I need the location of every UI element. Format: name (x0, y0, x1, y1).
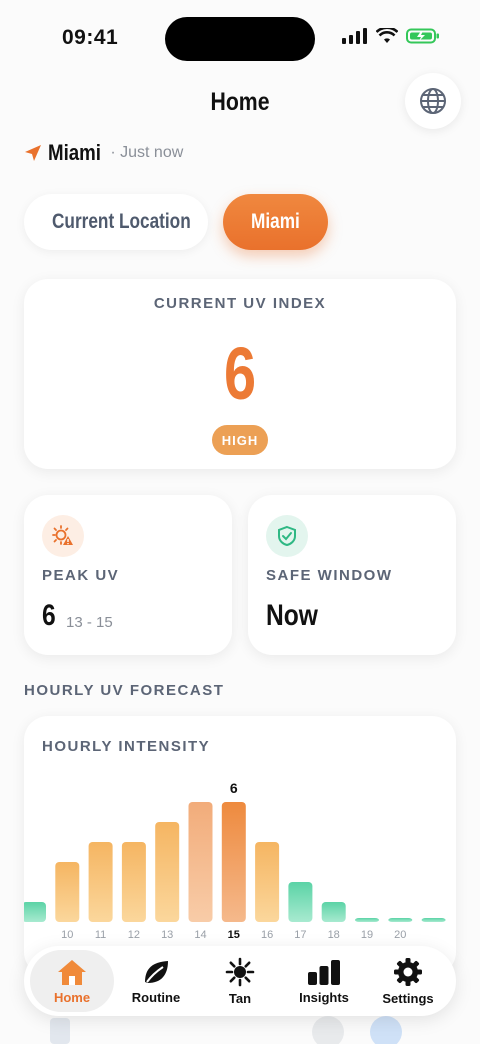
tab-label: Tan (228, 990, 252, 1006)
tick-label: 14 (194, 929, 206, 941)
location-arrow-icon (25, 145, 41, 161)
tab-insights[interactable]: Insights (282, 950, 366, 1012)
sun-icon (225, 957, 255, 986)
peak-uv-label: PEAK UV (42, 567, 120, 584)
uv-level-badge: HIGH (212, 425, 268, 455)
section-title: HOURLY UV FORECAST (24, 682, 225, 699)
peak-bar-label: 6 (230, 780, 238, 796)
tick-label: 19 (361, 929, 373, 941)
tick-label: 10 (61, 929, 73, 941)
tick-label: 12 (128, 929, 140, 941)
language-button[interactable] (405, 73, 461, 129)
tick-label: 11 (95, 929, 106, 941)
status-icons (342, 28, 440, 44)
bar-13 (155, 822, 180, 922)
tab-label: Routine (131, 989, 181, 1005)
tab-label: Insights (299, 989, 349, 1005)
current-location-chip[interactable]: Current Location (24, 194, 208, 250)
safe-window-label: SAFE WINDOW (266, 567, 393, 584)
miami-chip[interactable]: Miami (223, 194, 328, 250)
safe-window-value: Now (266, 599, 318, 632)
gear-icon (394, 957, 422, 986)
tab-tan[interactable]: Tan (198, 950, 282, 1012)
sun-warning-icon (52, 525, 73, 545)
tab-bar: Home Routine Tan Insights Settings (24, 946, 456, 1016)
tick-label: 13 (161, 929, 173, 941)
globe-icon (420, 88, 446, 114)
shield-check-icon (278, 525, 296, 547)
bar-14 (188, 802, 213, 922)
location-city: Miami (48, 140, 102, 165)
bar-19 (355, 918, 379, 922)
tab-routine[interactable]: Routine (114, 950, 198, 1012)
bar-20 (388, 918, 413, 922)
battery-icon (406, 28, 439, 44)
location-updated: · Just now (110, 144, 184, 161)
home-icon (58, 959, 86, 985)
signal-icon (342, 28, 367, 44)
safe-window-card: SAFE WINDOW Now (248, 495, 456, 655)
bar-10 (55, 862, 80, 922)
tick-label: 17 (294, 929, 306, 941)
peak-icon-wrap (42, 515, 84, 557)
bar-12 (121, 842, 146, 922)
hourly-uv-chart: 10 11 12 13 14 15 6 16 17 18 19 20 (24, 780, 446, 941)
status-bar: 09:41 (0, 0, 480, 78)
peak-uv-value: 6 (42, 599, 56, 632)
bar-15 (221, 802, 246, 922)
bar-chart-icon (308, 959, 340, 985)
safe-icon-wrap (266, 515, 308, 557)
location-line: Miami · Just now (24, 140, 183, 166)
bar-17 (288, 882, 313, 922)
bar-9 (24, 902, 46, 922)
chip-label: Current Location (52, 210, 191, 233)
tab-home[interactable]: Home (30, 950, 114, 1012)
wifi-icon (376, 28, 398, 43)
tick-label: 16 (261, 929, 273, 941)
bar-16 (255, 842, 280, 922)
bar-11 (88, 842, 113, 922)
screen: 09:41 Home Miami · Just now Current Loca… (0, 0, 480, 1044)
dynamic-island (165, 17, 315, 61)
hourly-chart-card: HOURLY INTENSITY 10 11 12 13 14 15 6 16 17 18 19 20 (24, 716, 456, 976)
hydration-peek-graphic (50, 1016, 402, 1044)
hydration-row-peek (24, 1014, 456, 1044)
status-time: 09:41 (62, 26, 119, 49)
uv-index-value: 6 (223, 332, 257, 415)
peak-uv-hours: 13 - 15 (66, 614, 113, 631)
tick-label: 15 (228, 929, 240, 941)
tab-label: Home (53, 989, 91, 1005)
chip-label: Miami (251, 210, 300, 233)
bar-21 (421, 918, 446, 922)
tick-label: 18 (328, 929, 340, 941)
page-title: Home (210, 88, 270, 116)
tab-settings[interactable]: Settings (366, 950, 450, 1012)
tick-label: 20 (394, 929, 406, 941)
leaf-icon (145, 960, 168, 983)
bar-18 (321, 902, 346, 922)
peak-uv-card: PEAK UV 6 13 - 15 (24, 495, 232, 655)
tab-label: Settings (382, 990, 434, 1006)
uv-index-label: CURRENT UV INDEX (153, 295, 327, 312)
